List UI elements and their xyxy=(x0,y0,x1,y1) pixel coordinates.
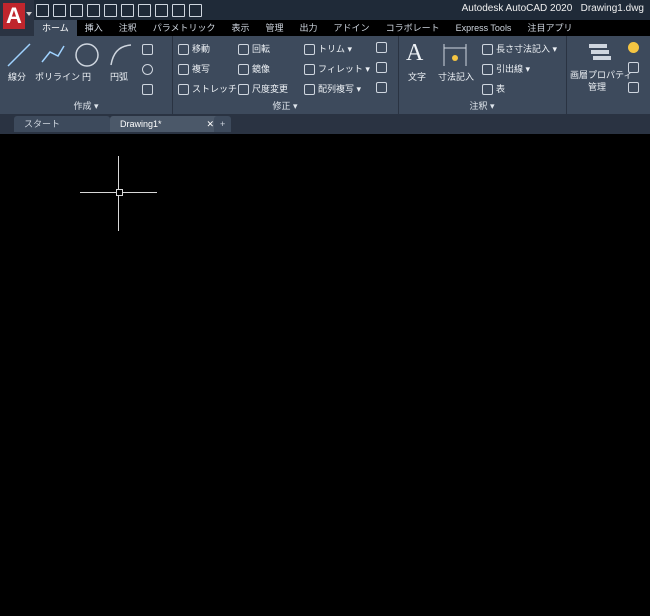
fillet-tool[interactable]: フィレット ▾ xyxy=(304,62,370,76)
tab-collaborate[interactable]: コラボレート xyxy=(378,20,448,36)
chevron-down-icon xyxy=(26,12,32,16)
dimension-tool-label[interactable]: 寸法記入 xyxy=(438,70,474,83)
polyline-icon[interactable] xyxy=(40,42,66,68)
rotate-icon xyxy=(238,44,249,56)
array-tool[interactable]: 配列複写 ▾ xyxy=(304,82,361,96)
annotation-panel: A 文字 寸法記入 長さ寸法記入 ▾ 引出線 ▾ 表 注釈 ▾ xyxy=(398,36,567,114)
tab-parametric[interactable]: パラメトリック xyxy=(145,20,224,36)
ribbon-tabs: ホーム 挿入 注釈 パラメトリック 表示 管理 出力 アドイン コラボレート E… xyxy=(34,20,580,36)
save-icon[interactable] xyxy=(70,3,83,17)
publish-icon[interactable] xyxy=(104,3,117,17)
copy-tool[interactable]: 複写 xyxy=(178,62,210,76)
plot-icon[interactable] xyxy=(121,3,134,17)
arc-icon[interactable] xyxy=(108,42,134,68)
ribbon: 線分 ポリライン 円 円弧 作成 ▾ 移動 回転 トリム ▾ 複写 鏡像 フィレ… xyxy=(0,36,650,115)
offset-icon[interactable] xyxy=(376,82,390,94)
tab-drawing1-label: Drawing1* xyxy=(120,119,162,129)
copy-icon xyxy=(178,64,189,76)
linear-dimension-tool[interactable]: 長さ寸法記入 ▾ xyxy=(482,42,557,56)
layers-panel: 画層プロパティ 管理 xyxy=(566,36,650,114)
open-file-icon[interactable] xyxy=(53,3,66,17)
move-tool[interactable]: 移動 xyxy=(178,42,210,56)
redo-icon[interactable] xyxy=(172,3,185,17)
explode-icon[interactable] xyxy=(376,62,390,74)
line-icon[interactable] xyxy=(6,42,32,68)
modify-panel: 移動 回転 トリム ▾ 複写 鏡像 フィレット ▾ ストレッチ 尺度変更 配列複… xyxy=(172,36,399,114)
arc-tool-label[interactable]: 円弧 xyxy=(110,70,128,83)
quick-access-toolbar xyxy=(36,2,202,18)
trim-tool[interactable]: トリム ▾ xyxy=(304,42,352,56)
close-icon[interactable]: ✕ xyxy=(206,116,214,132)
text-tool-label[interactable]: 文字 xyxy=(408,70,426,83)
print-icon[interactable] xyxy=(138,3,151,17)
tab-output[interactable]: 出力 xyxy=(292,20,326,36)
table-icon xyxy=(482,84,493,96)
crosshair-pickbox xyxy=(116,189,123,196)
erase-icon[interactable] xyxy=(376,42,390,54)
drawing-canvas[interactable] xyxy=(0,134,650,616)
circle-icon[interactable] xyxy=(74,42,100,68)
light-bulb-icon[interactable] xyxy=(628,42,642,54)
tab-drawing1[interactable]: Drawing1* ✕ xyxy=(110,116,220,132)
tab-express-tools[interactable]: Express Tools xyxy=(448,20,520,36)
tab-manage[interactable]: 管理 xyxy=(258,20,292,36)
ellipse-icon[interactable] xyxy=(142,64,156,76)
stretch-icon xyxy=(178,84,189,96)
scale-tool[interactable]: 尺度変更 xyxy=(238,82,288,96)
tab-insert[interactable]: 挿入 xyxy=(77,20,111,36)
save-as-icon[interactable] xyxy=(87,3,100,17)
mirror-tool[interactable]: 鏡像 xyxy=(238,62,270,76)
dimension-icon[interactable] xyxy=(442,42,468,68)
window-title: Autodesk AutoCAD 2020 Drawing1.dwg xyxy=(462,3,644,14)
document-title: Drawing1.dwg xyxy=(580,3,644,14)
layer-manage-label[interactable]: 管理 xyxy=(588,80,606,93)
file-tab-bar: スタート Drawing1* ✕ + xyxy=(0,114,650,134)
modify-panel-label[interactable]: 修正 ▾ xyxy=(172,99,398,112)
customize-qat-icon[interactable] xyxy=(189,3,202,17)
circle-tool-label[interactable]: 円 xyxy=(82,70,91,83)
tab-home[interactable]: ホーム xyxy=(34,20,77,36)
application-menu-button[interactable]: A xyxy=(0,0,34,36)
tab-view[interactable]: 表示 xyxy=(224,20,258,36)
stretch-tool[interactable]: ストレッチ xyxy=(178,82,237,96)
rotate-tool[interactable]: 回転 xyxy=(238,42,270,56)
undo-icon[interactable] xyxy=(155,3,168,17)
move-icon xyxy=(178,44,189,56)
leader-icon xyxy=(482,64,493,76)
table-tool[interactable]: 表 xyxy=(482,82,505,96)
layer-match-icon[interactable] xyxy=(628,82,642,94)
tab-featured-apps[interactable]: 注目アプリ xyxy=(519,20,580,36)
linear-dimension-icon xyxy=(482,44,493,56)
autocad-logo-icon: A xyxy=(3,3,25,29)
text-icon[interactable]: A xyxy=(406,40,423,67)
annotation-panel-label[interactable]: 注釈 ▾ xyxy=(398,99,566,112)
fillet-icon xyxy=(304,64,315,76)
layer-state-icon[interactable] xyxy=(628,62,642,74)
new-file-icon[interactable] xyxy=(36,3,49,17)
draw-panel: 線分 ポリライン 円 円弧 作成 ▾ xyxy=(0,36,173,114)
rectangle-icon[interactable] xyxy=(142,44,156,56)
hatch-icon[interactable] xyxy=(142,84,156,96)
leader-tool[interactable]: 引出線 ▾ xyxy=(482,62,530,76)
app-title: Autodesk AutoCAD 2020 xyxy=(461,3,573,14)
draw-panel-label[interactable]: 作成 ▾ xyxy=(0,99,172,112)
mirror-icon xyxy=(238,64,249,76)
scale-icon xyxy=(238,84,249,96)
tab-start[interactable]: スタート xyxy=(14,116,110,132)
tab-annotate[interactable]: 注釈 xyxy=(111,20,145,36)
trim-icon xyxy=(304,44,315,56)
tab-addins[interactable]: アドイン xyxy=(326,20,378,36)
polyline-tool-label[interactable]: ポリライン xyxy=(35,70,80,83)
array-icon xyxy=(304,84,315,96)
layer-properties-icon[interactable] xyxy=(586,40,612,66)
line-tool-label[interactable]: 線分 xyxy=(8,70,26,83)
new-tab-button[interactable]: + xyxy=(214,116,232,132)
title-bar: Autodesk AutoCAD 2020 Drawing1.dwg xyxy=(0,0,650,20)
